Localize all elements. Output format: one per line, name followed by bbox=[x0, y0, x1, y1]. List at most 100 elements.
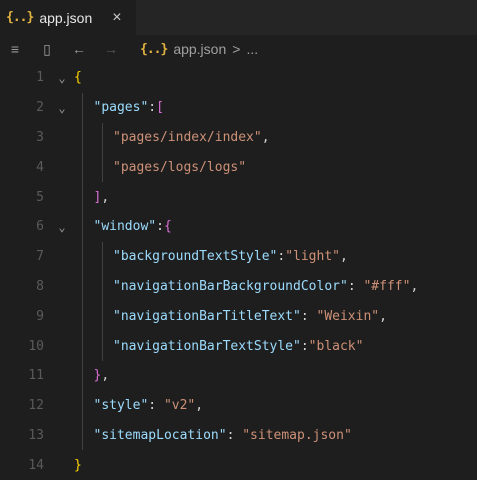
line-number: 14 bbox=[28, 457, 44, 473]
editor-toolbar: ≡ ▯ ← → {..} app.json > ... bbox=[0, 35, 477, 63]
code-line[interactable]: 14} bbox=[0, 450, 477, 480]
line-number: 12 bbox=[28, 398, 44, 414]
code-text: "style": "v2", bbox=[74, 398, 204, 414]
tab-title: app.json bbox=[39, 9, 93, 26]
indent-guide bbox=[101, 122, 103, 153]
code-token: , bbox=[410, 278, 419, 294]
code-token: : bbox=[300, 338, 309, 354]
indent-guide bbox=[82, 331, 83, 361]
code-token: "sitemapLocation" bbox=[93, 427, 227, 443]
code-token: "black" bbox=[308, 338, 364, 354]
back-arrow-icon[interactable]: ← bbox=[68, 41, 90, 57]
code-token: , bbox=[261, 129, 270, 145]
code-line[interactable]: 5], bbox=[0, 182, 477, 212]
code-line[interactable]: 7 "backgroundTextStyle":"light", bbox=[0, 241, 477, 272]
code-line[interactable]: 11}, bbox=[0, 360, 477, 391]
breadcrumb-separator: > bbox=[232, 41, 241, 57]
tab-bar: {..} app.json × bbox=[0, 0, 477, 35]
code-token: { bbox=[163, 219, 172, 235]
code-token: "sitemap.json" bbox=[242, 427, 352, 443]
code-token: "pages" bbox=[93, 100, 149, 116]
forward-arrow-icon[interactable]: → bbox=[100, 41, 122, 57]
code-line[interactable]: 8 "navigationBarBackgroundColor": "#fff", bbox=[0, 271, 477, 302]
line-number: 9 bbox=[36, 308, 44, 324]
fold-chevron-icon[interactable]: ⌄ bbox=[50, 101, 74, 115]
code-line[interactable]: 4 "pages/logs/logs" bbox=[0, 152, 477, 183]
breadcrumb-more[interactable]: ... bbox=[246, 41, 258, 57]
indent-guide bbox=[101, 331, 103, 361]
code-token: "pages/logs/logs" bbox=[113, 159, 247, 175]
list-icon[interactable]: ≡ bbox=[4, 41, 26, 57]
code-text: "backgroundTextStyle":"light", bbox=[74, 249, 348, 264]
code-token: : bbox=[226, 427, 243, 443]
code-token: , bbox=[195, 398, 204, 414]
tab-app-json[interactable]: {..} app.json × bbox=[0, 0, 136, 35]
bookmark-icon[interactable]: ▯ bbox=[36, 41, 58, 58]
code-editor[interactable]: 1 ⌄{2 ⌄ "pages":[3 "pages/index/index", 4 "pag… bbox=[0, 63, 477, 480]
close-icon[interactable]: × bbox=[112, 9, 121, 27]
code-token: "#fff" bbox=[363, 278, 411, 294]
line-number: 5 bbox=[36, 189, 44, 205]
indent-guide bbox=[82, 182, 83, 212]
code-line[interactable]: 13 "sitemapLocation": "sitemap.json" bbox=[0, 420, 477, 451]
indent-guide bbox=[82, 152, 83, 183]
code-text: "window":{ bbox=[74, 219, 172, 234]
line-number: 4 bbox=[36, 159, 44, 175]
code-token: : bbox=[148, 398, 164, 414]
code-text: }, bbox=[74, 368, 110, 384]
line-number: 11 bbox=[28, 368, 44, 384]
code-line[interactable]: 9 "navigationBarTitleText": "Weixin", bbox=[0, 301, 477, 332]
code-text: } bbox=[74, 458, 82, 473]
code-token: "window" bbox=[93, 219, 157, 235]
code-token: } bbox=[74, 457, 82, 473]
code-token: : bbox=[300, 308, 317, 324]
line-number: 3 bbox=[36, 129, 44, 145]
fold-chevron-icon[interactable]: ⌄ bbox=[50, 71, 74, 85]
line-number: 13 bbox=[28, 427, 44, 443]
code-text: "pages/index/index", bbox=[74, 130, 270, 145]
code-line[interactable]: 3 "pages/index/index", bbox=[0, 122, 477, 153]
indent-guide bbox=[82, 271, 83, 302]
code-token: "backgroundTextStyle" bbox=[113, 249, 278, 265]
breadcrumb: {..} app.json > ... bbox=[140, 41, 258, 57]
code-token: , bbox=[101, 368, 110, 384]
code-text: "pages/logs/logs" bbox=[74, 160, 246, 175]
indent-guide bbox=[101, 152, 103, 183]
code-text: ], bbox=[74, 189, 110, 205]
code-token: : bbox=[347, 278, 364, 294]
indent-guide bbox=[82, 92, 83, 123]
indent-guide bbox=[101, 241, 103, 272]
line-number: 8 bbox=[36, 278, 44, 294]
code-token: , bbox=[340, 249, 348, 265]
fold-chevron-icon[interactable]: ⌄ bbox=[50, 220, 74, 234]
code-line[interactable]: 12 "style": "v2", bbox=[0, 390, 477, 421]
code-token: "navigationBarBackgroundColor" bbox=[113, 278, 348, 294]
code-token: "v2" bbox=[163, 398, 196, 414]
code-text: "pages":[ bbox=[74, 100, 164, 115]
code-token: "Weixin" bbox=[316, 308, 380, 324]
code-token: , bbox=[101, 189, 110, 205]
code-line[interactable]: 1 ⌄{ bbox=[0, 63, 477, 93]
indent-guide bbox=[82, 301, 83, 332]
code-line[interactable]: 6 ⌄ "window":{ bbox=[0, 211, 477, 242]
json-file-icon: {..} bbox=[6, 10, 34, 25]
code-text: "navigationBarTextStyle":"black" bbox=[74, 339, 363, 354]
line-number: 6 bbox=[36, 219, 44, 235]
indent-guide bbox=[82, 241, 83, 272]
indent-guide bbox=[82, 390, 83, 421]
breadcrumb-file[interactable]: app.json bbox=[173, 41, 226, 57]
code-line[interactable]: 2 ⌄ "pages":[ bbox=[0, 92, 477, 123]
line-number: 2 bbox=[36, 100, 44, 116]
indent-guide bbox=[101, 271, 103, 302]
indent-guide bbox=[82, 420, 83, 451]
code-text: "sitemapLocation": "sitemap.json" bbox=[74, 428, 352, 443]
code-token: "light" bbox=[285, 249, 340, 265]
line-number: 10 bbox=[28, 338, 44, 354]
indent-guide bbox=[101, 301, 103, 332]
code-line[interactable]: 10 "navigationBarTextStyle":"black" bbox=[0, 331, 477, 361]
line-number: 1 bbox=[36, 70, 44, 86]
indent-guide bbox=[82, 360, 83, 391]
code-token: [ bbox=[156, 100, 164, 116]
code-token: , bbox=[379, 308, 387, 324]
indent-guide bbox=[82, 122, 83, 153]
